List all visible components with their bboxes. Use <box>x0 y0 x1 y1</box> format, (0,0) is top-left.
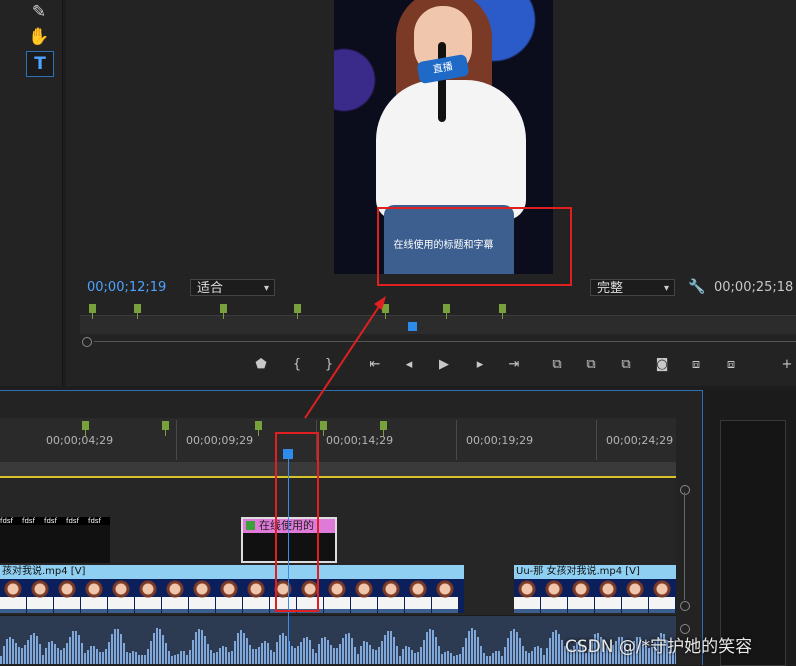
annotation-arrow <box>304 296 386 419</box>
watermark: CSDN @/*守护她的笑容 <box>565 637 753 657</box>
